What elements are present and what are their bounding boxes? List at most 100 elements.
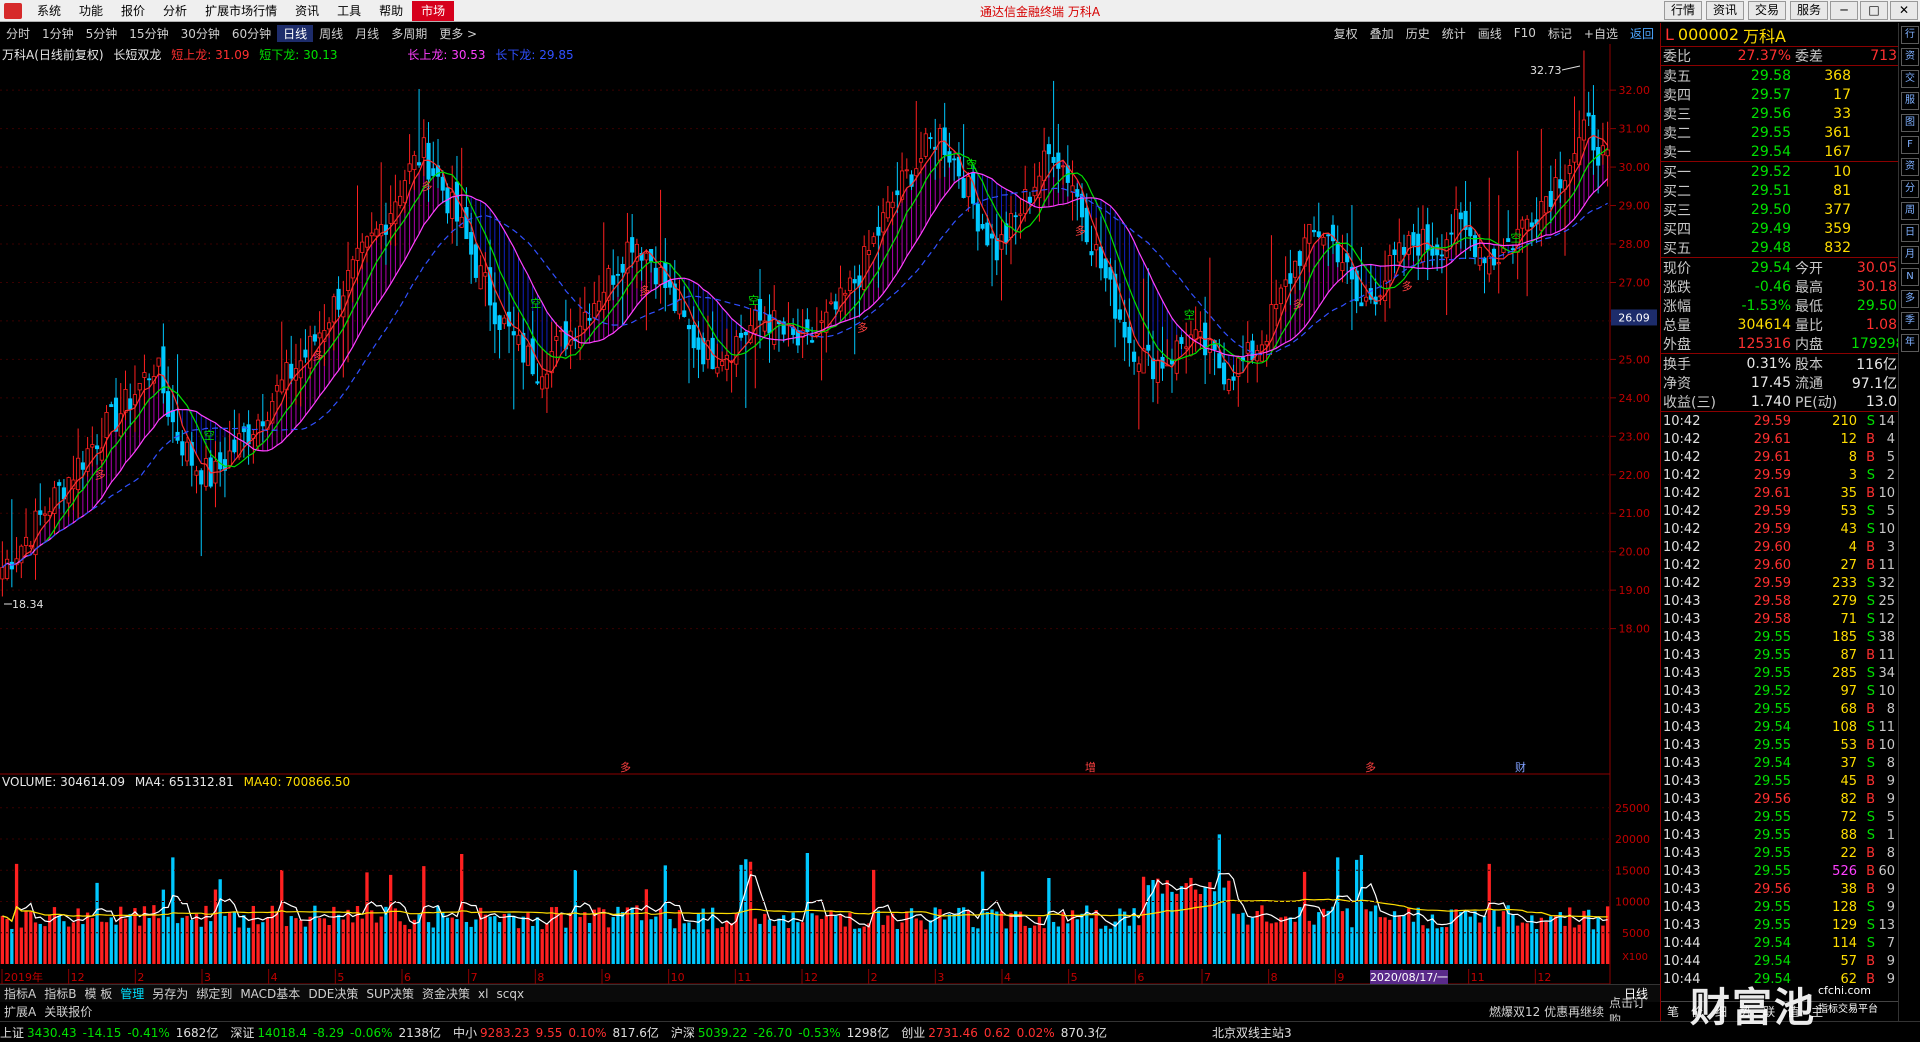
back-button[interactable]: 返回 — [1624, 25, 1660, 42]
tab-macd[interactable]: MACD基本 — [236, 985, 304, 1002]
tick-direction: S — [1866, 827, 1875, 843]
tab-save-as[interactable]: 另存为 — [148, 985, 192, 1002]
statistics-button[interactable]: 统计 — [1436, 25, 1472, 42]
tick-time: 10:43 — [1663, 737, 1701, 753]
tab-dde[interactable]: DDE决策 — [304, 985, 362, 1002]
candle-body — [1061, 165, 1066, 168]
index-3[interactable]: 沪深 5039.22 -26.70 -0.53% 1298亿 — [671, 1024, 889, 1041]
tab-indicator-a[interactable]: 指标A — [0, 985, 40, 1002]
menu-extended-market[interactable]: 扩展市场行情 — [196, 2, 286, 19]
legend-short-upper: 短上龙: 31.09 — [171, 48, 250, 62]
index-2[interactable]: 中小 9283.23 9.55 0.10% 817.6亿 — [453, 1024, 659, 1041]
tick-count: 8 — [1886, 755, 1895, 771]
service-button[interactable]: 服务 — [1789, 1, 1828, 20]
menu-analysis[interactable]: 分析 — [154, 2, 196, 19]
tick-direction: B — [1866, 449, 1875, 465]
mark-button[interactable]: 标记 — [1542, 25, 1578, 42]
add-watchlist-button[interactable]: +自选 — [1578, 25, 1624, 42]
ad-text[interactable]: 燃爆双12 优惠再继续 — [1485, 1003, 1608, 1020]
f10-button[interactable]: F10 — [1508, 26, 1542, 40]
side-icon-13[interactable]: 季 — [1901, 312, 1919, 330]
overlay-button[interactable]: 叠加 — [1364, 25, 1400, 42]
side-icon-0[interactable]: 行 — [1901, 26, 1919, 44]
menu-help[interactable]: 帮助 — [370, 2, 412, 19]
history-button[interactable]: 历史 — [1400, 25, 1436, 42]
quote-button[interactable]: 行情 — [1663, 1, 1702, 20]
tab-fund[interactable]: 资金决策 — [418, 985, 474, 1002]
side-icon-14[interactable]: 年 — [1901, 334, 1919, 352]
fund-value-2: 97.1亿 — [1851, 375, 1897, 392]
menu-system[interactable]: 系统 — [28, 2, 70, 19]
fundamentals-list: 换手 0.31% 股本 116亿 净资 17.45 流通 97.1亿 收益(三) 1.740 PE(… — [1661, 354, 1898, 412]
kline-chart[interactable]: 32.0031.0030.0029.0028.0027.0026.0025.00… — [0, 44, 1660, 984]
tab-sup[interactable]: SUP决策 — [362, 985, 418, 1002]
minimize-icon[interactable]: ─ — [1830, 1, 1858, 20]
tab-multi-period[interactable]: 多周期 — [385, 25, 433, 42]
tab-more[interactable]: 更多 > — [433, 25, 483, 42]
tab-indicator-b[interactable]: 指标B — [40, 985, 80, 1002]
side-icon-9[interactable]: 日 — [1901, 224, 1919, 242]
tab-xl[interactable]: xl — [474, 987, 492, 1001]
menu-news[interactable]: 资讯 — [286, 2, 328, 19]
draw-line-button[interactable]: 画线 — [1472, 25, 1508, 42]
news-button[interactable]: 资讯 — [1705, 1, 1744, 20]
menu-tools[interactable]: 工具 — [328, 2, 370, 19]
index-0[interactable]: 上证 3430.43 -14.15 -0.41% 1682亿 — [0, 1024, 218, 1041]
side-icon-8[interactable]: 周 — [1901, 202, 1919, 220]
tab-5min[interactable]: 5分钟 — [80, 25, 124, 42]
tab-scqx[interactable]: scqx — [492, 987, 528, 1001]
side-icon-12[interactable]: 多 — [1901, 290, 1919, 308]
server-name[interactable]: 北京双线主站3 — [1212, 1024, 1292, 1041]
side-icon-5[interactable]: F — [1901, 136, 1919, 154]
tab-60min[interactable]: 60分钟 — [226, 25, 277, 42]
tab-manage[interactable]: 管理 — [116, 985, 148, 1002]
index-1[interactable]: 深证 14018.4 -8.29 -0.06% 2138亿 — [230, 1024, 441, 1041]
candle-body — [1264, 340, 1269, 346]
menu-function[interactable]: 功能 — [70, 2, 112, 19]
side-icon-2[interactable]: 交 — [1901, 70, 1919, 88]
tab-intraday[interactable]: 分时 — [0, 25, 36, 42]
candle-body — [1311, 229, 1317, 233]
menu-quote[interactable]: 报价 — [112, 2, 154, 19]
trade-button[interactable]: 交易 — [1747, 1, 1786, 20]
tab-related-quote[interactable]: 关联报价 — [40, 1003, 96, 1020]
side-icon-1[interactable]: 资 — [1901, 48, 1919, 66]
candle-body — [199, 470, 204, 485]
maximize-icon[interactable]: □ — [1860, 1, 1888, 20]
quote-tab-0[interactable]: 笔 — [1661, 1003, 1685, 1020]
tab-monthly[interactable]: 月线 — [349, 25, 385, 42]
tick-row: 10:43 29.55 22 B 8 — [1661, 844, 1898, 862]
side-icon-3[interactable]: 服 — [1901, 92, 1919, 110]
adjust-button[interactable]: 复权 — [1328, 25, 1364, 42]
menu-market[interactable]: 市场 — [412, 0, 455, 21]
ask-volume: 368 — [1824, 67, 1851, 84]
tab-1min[interactable]: 1分钟 — [36, 25, 80, 42]
tab-weekly[interactable]: 周线 — [313, 25, 349, 42]
candle-body — [1094, 244, 1099, 251]
tab-30min[interactable]: 30分钟 — [175, 25, 226, 42]
index-change: -8.29 — [312, 1025, 345, 1040]
index-4[interactable]: 创业 2731.46 0.62 0.02% 870.3亿 — [901, 1024, 1107, 1041]
stock-name: 万科A — [1743, 26, 1786, 46]
tick-row: 10:42 29.59 43 S 10 — [1661, 520, 1898, 538]
close-icon[interactable]: ✕ — [1890, 1, 1918, 20]
side-icon-6[interactable]: 资 — [1901, 158, 1919, 176]
tab-template[interactable]: 模 板 — [80, 985, 116, 1002]
side-icon-10[interactable]: 月 — [1901, 246, 1919, 264]
side-icon-11[interactable]: N — [1901, 268, 1919, 286]
side-icon-4[interactable]: 图 — [1901, 114, 1919, 132]
index-amount: 1298亿 — [846, 1025, 890, 1040]
tab-bind-to[interactable]: 绑定到 — [192, 985, 236, 1002]
tick-price: 29.59 — [1753, 467, 1791, 483]
date-axis-label: 5 — [1071, 971, 1078, 984]
ask-row: 卖四 29.57 17 — [1661, 85, 1898, 104]
tab-daily[interactable]: 日线 — [277, 24, 314, 42]
date-axis-label: 12 — [1537, 971, 1551, 984]
candle-body — [90, 444, 95, 448]
tick-time: 10:43 — [1663, 719, 1701, 735]
side-icon-7[interactable]: 分 — [1901, 180, 1919, 198]
long-lower-line — [2, 187, 1608, 568]
bid-row: 买二 29.51 81 — [1661, 181, 1898, 200]
tab-extension-a[interactable]: 扩展A — [0, 1003, 40, 1020]
tab-15min[interactable]: 15分钟 — [123, 25, 174, 42]
